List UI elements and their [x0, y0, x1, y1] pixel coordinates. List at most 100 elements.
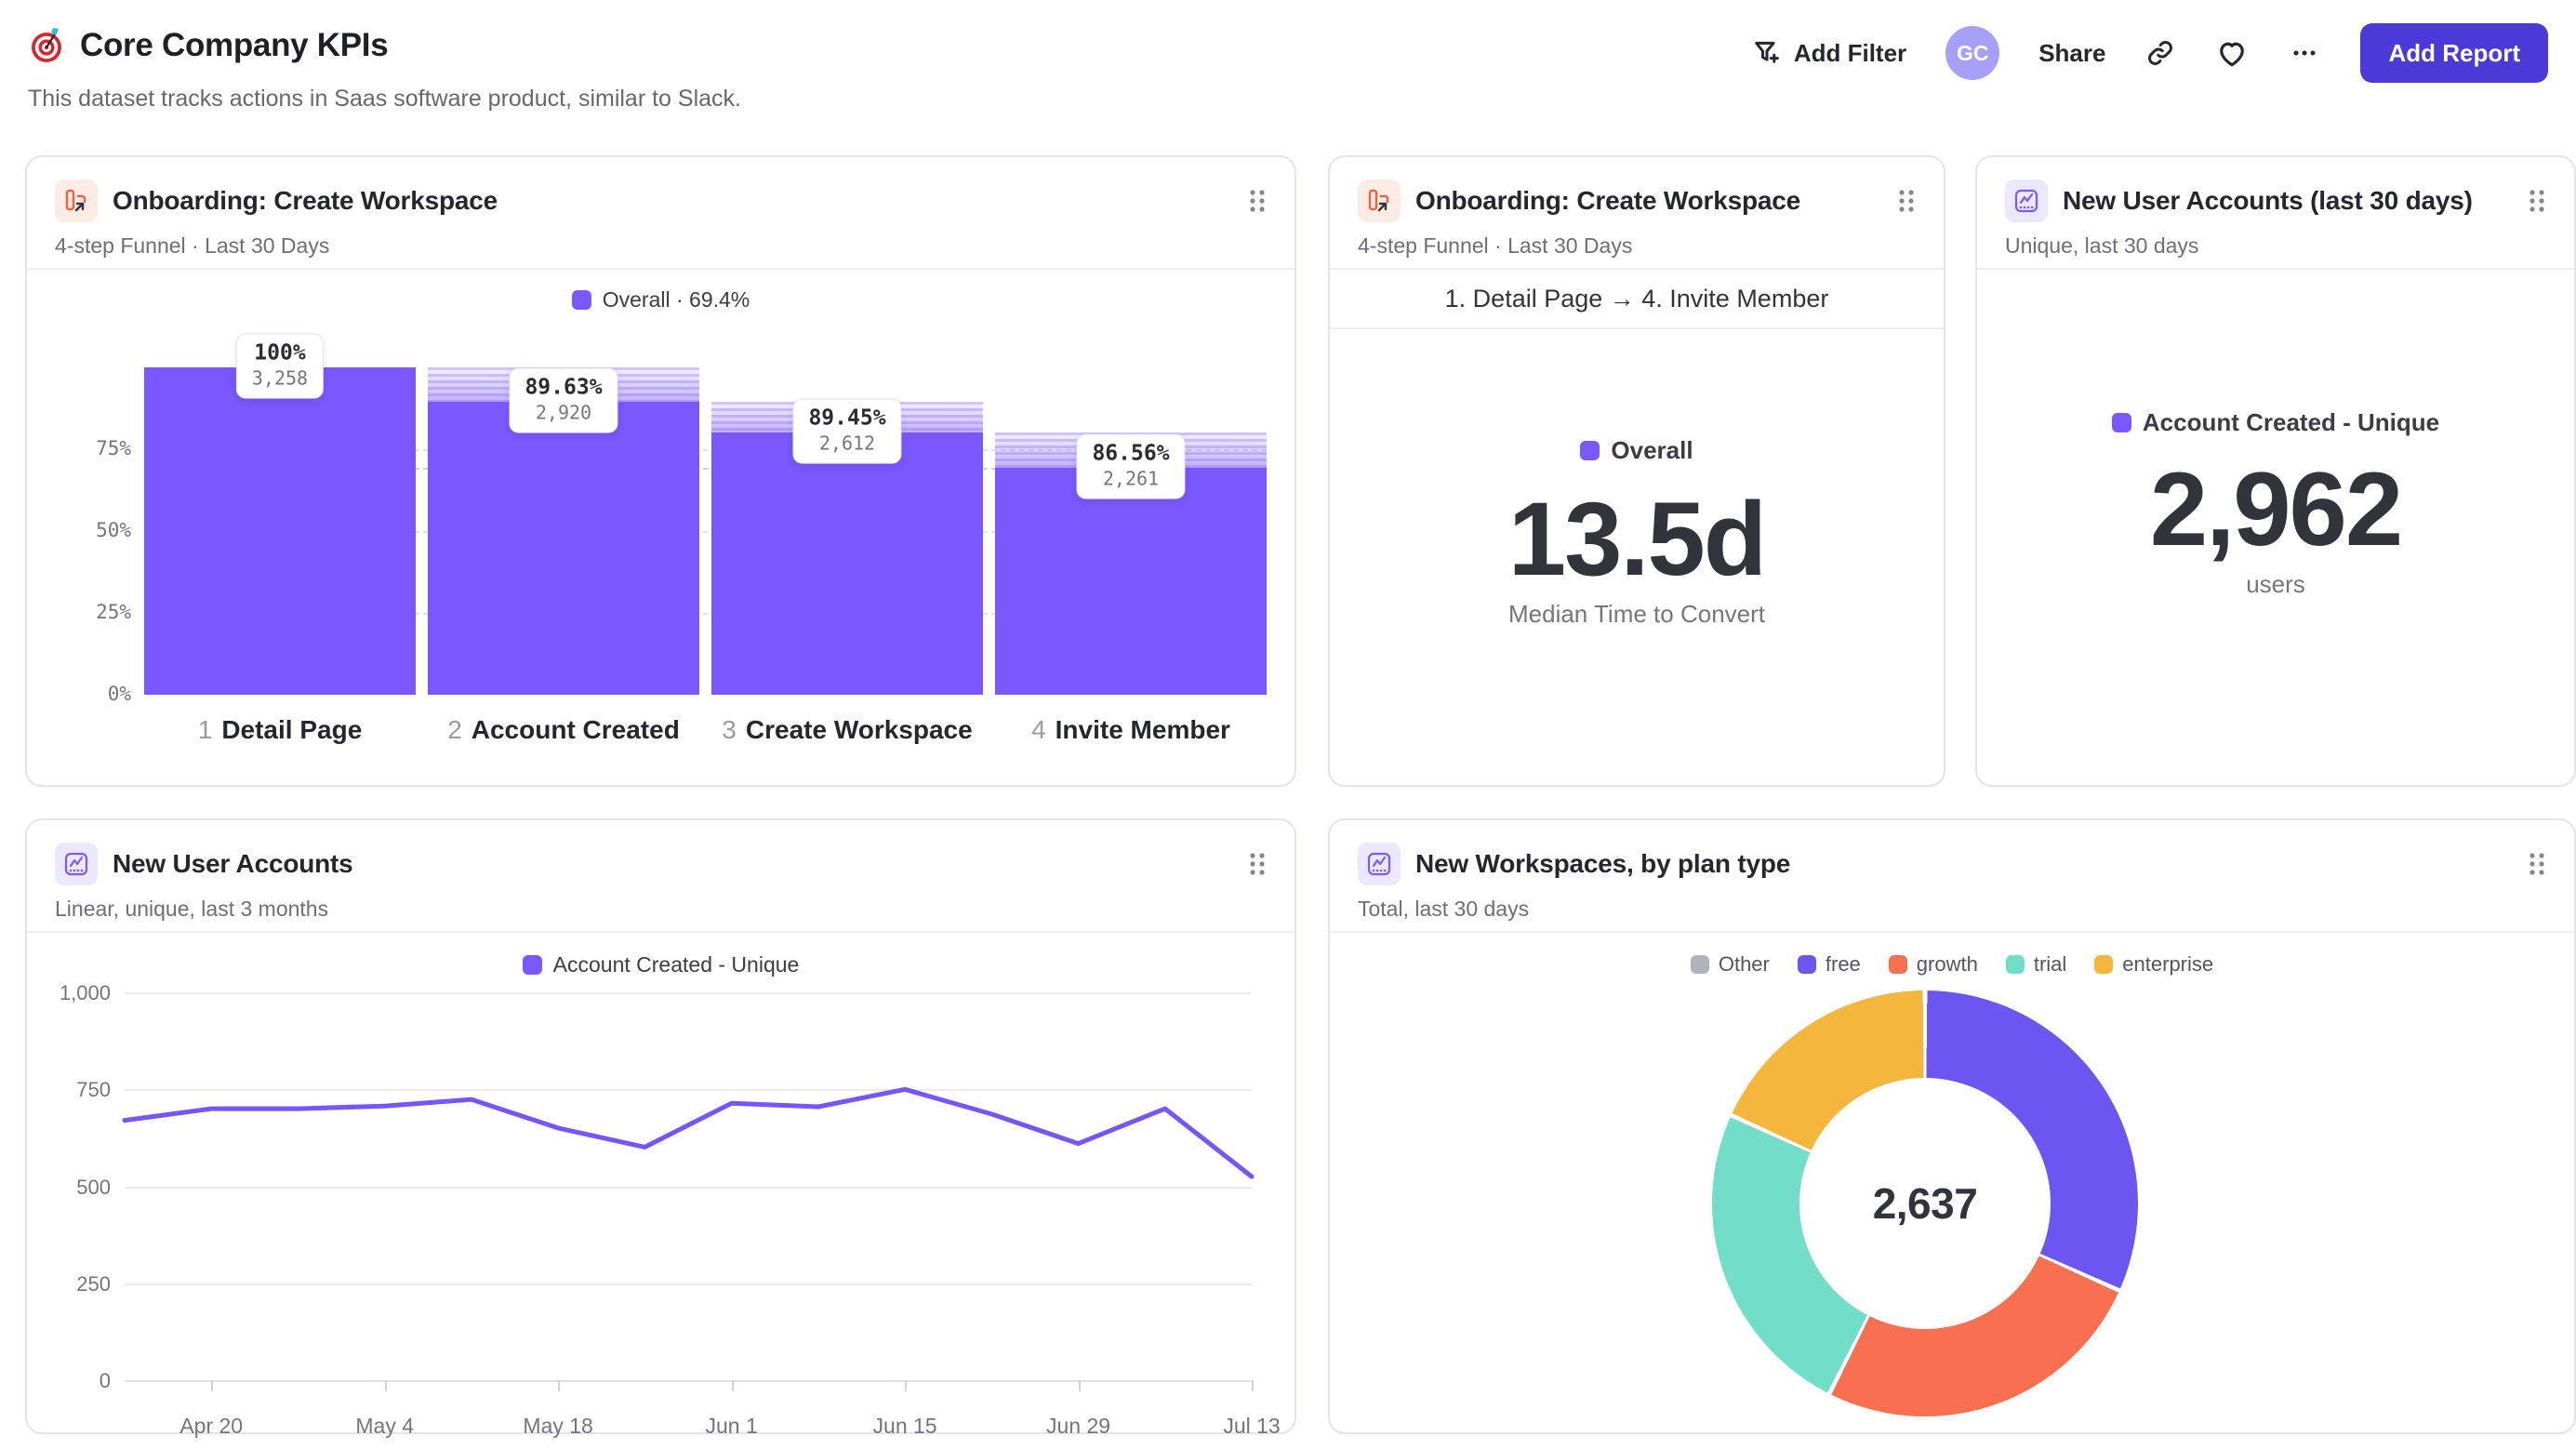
- card-title: New User Accounts: [113, 849, 353, 878]
- funnel-step-labels: 1 Detail Page 2 Account Created 3 Create Work…: [144, 715, 1267, 745]
- funnel-report-card: Onboarding: Create Workspace 4-step Funn…: [25, 155, 1296, 787]
- funnel-report-icon: [1358, 179, 1401, 222]
- line-chart[interactable]: Apr 20 May 4 May 18 Jun 1 Jun 15 Jun 29 Jul 13: [122, 992, 1281, 1438]
- donut-legend-item[interactable]: free: [1797, 952, 1861, 977]
- funnel-bar[interactable]: 89.63% 2,920: [428, 367, 699, 695]
- share-button[interactable]: Share: [2038, 39, 2105, 68]
- funnel-step-label: 4 Invite Member: [1031, 715, 1230, 744]
- funnel-step-range: 1. Detail Page → 4. Invite Member: [1330, 270, 1944, 329]
- funnel-report-icon: [55, 179, 98, 222]
- card-header: Onboarding: Create Workspace 4-step Funn…: [1330, 157, 1944, 270]
- x-axis-label: May 18: [523, 1414, 593, 1438]
- donut-legend-item[interactable]: trial: [2005, 952, 2067, 977]
- legend-label: Overall · 69.4%: [602, 287, 750, 312]
- header-actions: Add Filter GC Share Add Report: [1751, 20, 2548, 86]
- line-legend[interactable]: Account Created - Unique: [27, 952, 1295, 977]
- line-report-icon: [2005, 179, 2048, 222]
- y-axis-label: 250: [76, 1271, 111, 1296]
- drag-handle-icon[interactable]: [1248, 851, 1267, 877]
- line-report-icon: [1358, 843, 1401, 885]
- donut-legend-item[interactable]: growth: [1888, 952, 1978, 977]
- y-axis-label: 0: [99, 1369, 111, 1392]
- legend-marker: [571, 290, 591, 310]
- metric-legend[interactable]: Overall: [1580, 436, 1693, 465]
- y-axis-label: 50%: [96, 519, 131, 541]
- median-time-card: Onboarding: Create Workspace 4-step Funn…: [1328, 155, 1945, 787]
- funnel-step-label: 1 Detail Page: [197, 715, 363, 744]
- drag-handle-icon[interactable]: [2528, 851, 2546, 877]
- x-axis-label: Apr 20: [179, 1414, 244, 1438]
- user-avatar[interactable]: GC: [1945, 26, 2000, 80]
- favorite-heart-icon[interactable]: [2215, 36, 2249, 70]
- legend-label: Other: [1718, 952, 1770, 976]
- x-axis-tick: [731, 1380, 734, 1391]
- target-icon: [28, 26, 67, 65]
- x-axis-tick: [1252, 1380, 1254, 1391]
- funnel-bar[interactable]: 89.45% 2,612: [711, 367, 983, 695]
- page-header: Core Company KPIs This dataset tracks ac…: [28, 23, 2548, 138]
- y-axis-label: 750: [76, 1078, 111, 1102]
- y-axis-label: 500: [76, 1175, 111, 1199]
- x-axis-tick: [384, 1380, 387, 1391]
- card-header: Onboarding: Create Workspace 4-step Funn…: [27, 157, 1295, 270]
- legend-label: Account Created - Unique: [2142, 408, 2440, 436]
- funnel-bar-solid: [995, 467, 1267, 695]
- new-users-trend-card: New User Accounts Linear, unique, last 3…: [25, 818, 1296, 1438]
- copy-link-icon[interactable]: [2144, 37, 2176, 69]
- drag-handle-icon[interactable]: [2528, 188, 2546, 214]
- card-subtitle: Total, last 30 days: [1358, 897, 1530, 921]
- donut-legend-item[interactable]: enterprise: [2094, 952, 2213, 977]
- y-axis-label: 0%: [107, 683, 131, 705]
- add-filter-button[interactable]: Add Filter: [1751, 37, 1906, 69]
- y-axis-label: 25%: [96, 601, 131, 623]
- page-subtitle: This dataset tracks actions in Saas soft…: [28, 86, 741, 112]
- drag-handle-icon[interactable]: [1897, 188, 1916, 214]
- funnel-chart[interactable]: 100% 3,258 89.63% 2,920 89.45% 2,612 86.56% 2,2…: [144, 333, 1267, 695]
- funnel-bar[interactable]: 86.56% 2,261: [995, 367, 1267, 695]
- page-title: Core Company KPIs: [80, 27, 389, 63]
- drag-handle-icon[interactable]: [1248, 188, 1267, 214]
- legend-label: trial: [2033, 952, 2067, 976]
- workspaces-donut-card: New Workspaces, by plan type Total, last…: [1328, 818, 2576, 1434]
- median-time-caption: Median Time to Convert: [1507, 600, 1765, 629]
- x-axis-label: Jun 29: [1046, 1414, 1111, 1438]
- legend-marker: [1690, 955, 1709, 974]
- legend-label: growth: [1916, 952, 1978, 976]
- more-options-icon[interactable]: [2288, 36, 2321, 70]
- dashboard-page: Core Company KPIs This dataset tracks ac…: [0, 0, 2576, 1449]
- legend-marker: [2094, 955, 2114, 974]
- x-axis-label: Jun 15: [872, 1414, 937, 1438]
- x-axis-label: Jul 13: [1223, 1414, 1281, 1438]
- funnel-bar-solid: [711, 432, 983, 695]
- legend-label: enterprise: [2122, 952, 2214, 976]
- funnel-legend[interactable]: Overall · 69.4%: [27, 287, 1295, 312]
- card-subtitle: Linear, unique, last 3 months: [55, 897, 329, 921]
- x-axis-label: Jun 1: [705, 1414, 758, 1438]
- legend-marker: [2005, 955, 2025, 974]
- legend-marker: [1797, 955, 1816, 974]
- donut-legend-item[interactable]: Other: [1690, 952, 1770, 977]
- x-axis-tick: [1078, 1380, 1081, 1391]
- legend-label: free: [1825, 952, 1861, 976]
- donut-total-value: 2,637: [1872, 1179, 1978, 1228]
- card-subtitle: 4-step Funnel · Last 30 Days: [55, 233, 330, 258]
- card-subtitle: 4-step Funnel · Last 30 Days: [1358, 233, 1633, 258]
- donut-legend: Other free growth trial enterprise: [1330, 952, 2574, 977]
- card-title: Onboarding: Create Workspace: [113, 186, 498, 215]
- add-report-button[interactable]: Add Report: [2360, 23, 2548, 83]
- new-users-caption: users: [2246, 570, 2305, 599]
- filter-plus-icon: [1751, 37, 1783, 69]
- line-series: [122, 1086, 1255, 1179]
- funnel-bar-label: 89.63% 2,920: [509, 367, 618, 433]
- funnel-bar-label: 86.56% 2,261: [1076, 433, 1186, 499]
- donut-hole: 2,637: [1799, 1078, 2051, 1329]
- funnel-bar-label: 100% 3,258: [235, 333, 325, 399]
- funnel-step-label: 2 Account Created: [447, 715, 680, 744]
- legend-label: Overall: [1611, 436, 1693, 464]
- x-axis-tick: [905, 1380, 908, 1391]
- metric-legend[interactable]: Account Created - Unique: [2111, 408, 2440, 437]
- y-axis-label: 1,000: [59, 981, 111, 1004]
- funnel-bar[interactable]: 100% 3,258: [144, 333, 416, 695]
- legend-marker: [2111, 413, 2131, 432]
- x-axis-tick: [558, 1380, 561, 1391]
